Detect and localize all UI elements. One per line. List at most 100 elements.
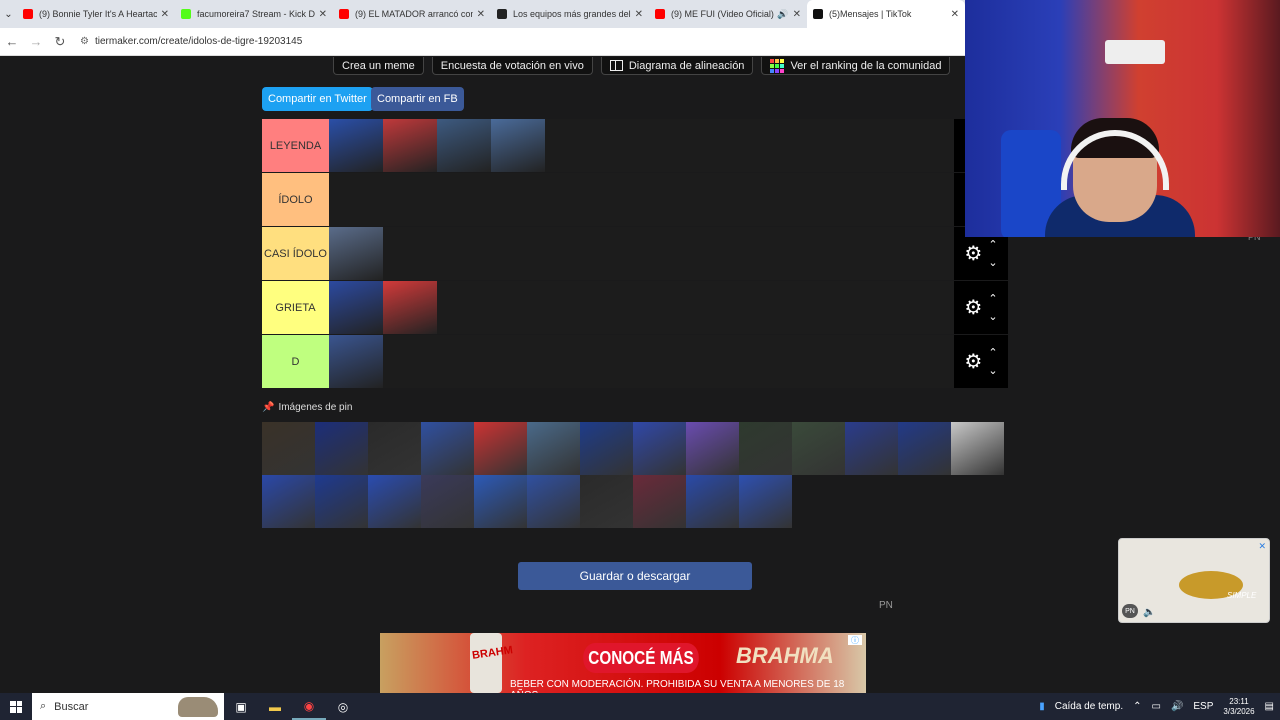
- tier-drop-zone[interactable]: [329, 281, 954, 334]
- player-thumbnail[interactable]: [845, 422, 898, 475]
- obs-icon[interactable]: ◎: [326, 693, 360, 720]
- browser-tab[interactable]: Los equipos más grandes del f ✕: [491, 0, 649, 28]
- tray-chevron-icon[interactable]: ⌃: [1133, 701, 1141, 712]
- player-thumbnail[interactable]: [527, 422, 580, 475]
- share-twitter-button[interactable]: Compartir en Twitter: [262, 87, 373, 111]
- player-thumbnail[interactable]: [792, 422, 845, 475]
- gear-icon[interactable]: ⚙: [964, 295, 982, 320]
- ad-banner[interactable]: BRAHM CONOCÉ MÁS BRAHMA BEBER CON MODERA…: [380, 633, 866, 693]
- player-thumbnail[interactable]: [527, 475, 580, 528]
- clock[interactable]: 23:11 3/3/2026: [1223, 697, 1254, 717]
- tab-close-icon[interactable]: ✕: [951, 9, 959, 20]
- tab-close-icon[interactable]: ✕: [793, 9, 801, 20]
- language-indicator[interactable]: ESP: [1193, 701, 1213, 712]
- player-thumbnail[interactable]: [491, 119, 545, 172]
- player-thumbnail[interactable]: [474, 422, 527, 475]
- player-thumbnail[interactable]: [898, 422, 951, 475]
- player-thumbnail[interactable]: [739, 422, 792, 475]
- player-thumbnail[interactable]: [686, 422, 739, 475]
- chrome-icon[interactable]: ◉: [292, 693, 326, 720]
- chevron-up-icon[interactable]: ⌃: [988, 290, 997, 308]
- top-nav-button[interactable]: Ver el ranking de la comunidad: [761, 57, 951, 75]
- tier-label[interactable]: CASI ÍDOLO: [262, 227, 329, 280]
- player-thumbnail[interactable]: [437, 119, 491, 172]
- video-brand-text: SIMPLE: [1227, 591, 1257, 600]
- ad-headline[interactable]: CONOCÉ MÁS: [583, 643, 699, 673]
- tab-search-icon[interactable]: ⌄: [0, 0, 17, 28]
- tier-drop-zone[interactable]: [329, 173, 954, 226]
- search-icon: ⌕: [40, 700, 47, 712]
- player-thumbnail[interactable]: [368, 475, 421, 528]
- top-nav-button[interactable]: Crea un meme: [333, 57, 424, 75]
- player-thumbnail[interactable]: [421, 422, 474, 475]
- site-info-icon[interactable]: ⚙: [80, 36, 89, 47]
- tab-close-icon[interactable]: ✕: [477, 9, 485, 20]
- back-icon[interactable]: ←: [0, 34, 24, 49]
- player-thumbnail[interactable]: [262, 422, 315, 475]
- player-thumbnail[interactable]: [315, 422, 368, 475]
- player-thumbnail[interactable]: [383, 119, 437, 172]
- chevron-down-icon[interactable]: ⌄: [988, 362, 997, 380]
- player-thumbnail[interactable]: [633, 422, 686, 475]
- url-field[interactable]: ⚙ tiermaker.com/create/idolos-de-tigre-1…: [80, 36, 302, 47]
- player-thumbnail[interactable]: [368, 422, 421, 475]
- browser-tab[interactable]: (9) Bonnie Tyler It's A Heartache ✕: [17, 0, 175, 28]
- tier-label[interactable]: LEYENDA: [262, 119, 329, 172]
- player-thumbnail[interactable]: [383, 281, 437, 334]
- player-thumbnail[interactable]: [421, 475, 474, 528]
- task-view-icon[interactable]: ▣: [224, 693, 258, 720]
- tier-label[interactable]: ÍDOLO: [262, 173, 329, 226]
- ad-info-icon[interactable]: ⓘ: [848, 635, 862, 645]
- chevron-up-icon[interactable]: ⌃: [988, 344, 997, 362]
- tab-audio-icon[interactable]: 🔊: [777, 9, 788, 20]
- tier-row: LEYENDA⚙ ⌃⌄: [262, 119, 1008, 173]
- chevron-down-icon[interactable]: ⌄: [988, 254, 997, 272]
- tab-close-icon[interactable]: ✕: [319, 9, 327, 20]
- volume-icon[interactable]: 🔈: [1143, 607, 1155, 618]
- chevron-up-icon[interactable]: ⌃: [988, 236, 997, 254]
- player-thumbnail[interactable]: [329, 335, 383, 388]
- weather-text[interactable]: Caída de temp.: [1055, 701, 1123, 712]
- tab-favicon-icon: [655, 9, 665, 19]
- mini-video-player[interactable]: SIMPLE PN 🔈 ✕: [1118, 538, 1270, 623]
- player-thumbnail[interactable]: [633, 475, 686, 528]
- browser-tab[interactable]: (9) EL MATADOR arrancó con d ✕: [333, 0, 491, 28]
- tier-drop-zone[interactable]: [329, 119, 954, 172]
- start-button[interactable]: [0, 693, 32, 720]
- tier-label[interactable]: D: [262, 335, 329, 388]
- gear-icon[interactable]: ⚙: [964, 349, 982, 374]
- player-thumbnail[interactable]: [329, 119, 383, 172]
- browser-tab[interactable]: facumoreira7 Stream - Kick Dat ✕: [175, 0, 333, 28]
- player-thumbnail[interactable]: [580, 475, 633, 528]
- reload-icon[interactable]: ↻: [48, 34, 72, 50]
- tab-close-icon[interactable]: ✕: [635, 9, 643, 20]
- player-thumbnail[interactable]: [262, 475, 315, 528]
- top-nav-button[interactable]: Encuesta de votación en vivo: [431, 57, 593, 75]
- tier-drop-zone[interactable]: [329, 227, 954, 280]
- player-thumbnail[interactable]: [315, 475, 368, 528]
- file-explorer-icon[interactable]: ▬: [258, 693, 292, 720]
- top-nav-button[interactable]: Diagrama de alineación: [600, 57, 754, 75]
- gear-icon[interactable]: ⚙: [964, 241, 982, 266]
- chevron-down-icon[interactable]: ⌄: [988, 308, 997, 326]
- forward-icon[interactable]: →: [24, 34, 48, 49]
- browser-tab[interactable]: (9) ME FUI (Video Oficial) G 🔊 ✕: [649, 0, 807, 28]
- notifications-icon[interactable]: ▤: [1265, 701, 1274, 712]
- tab-close-icon[interactable]: ✕: [161, 9, 169, 20]
- close-icon[interactable]: ✕: [1258, 541, 1266, 552]
- network-icon[interactable]: ▭: [1151, 701, 1160, 712]
- volume-tray-icon[interactable]: 🔊: [1171, 701, 1183, 712]
- player-thumbnail[interactable]: [580, 422, 633, 475]
- tier-drop-zone[interactable]: [329, 335, 954, 388]
- player-thumbnail[interactable]: [474, 475, 527, 528]
- share-facebook-button[interactable]: Compartir en FB: [371, 87, 464, 111]
- player-thumbnail[interactable]: [951, 422, 1004, 475]
- player-thumbnail[interactable]: [739, 475, 792, 528]
- player-thumbnail[interactable]: [329, 281, 383, 334]
- browser-tab[interactable]: (5)Mensajes | TikTok ✕: [807, 0, 965, 28]
- tier-label[interactable]: GRIETA: [262, 281, 329, 334]
- taskbar-search[interactable]: ⌕ Buscar: [32, 693, 224, 720]
- save-download-button[interactable]: Guardar o descargar: [518, 562, 752, 590]
- player-thumbnail[interactable]: [686, 475, 739, 528]
- player-thumbnail[interactable]: [329, 227, 383, 280]
